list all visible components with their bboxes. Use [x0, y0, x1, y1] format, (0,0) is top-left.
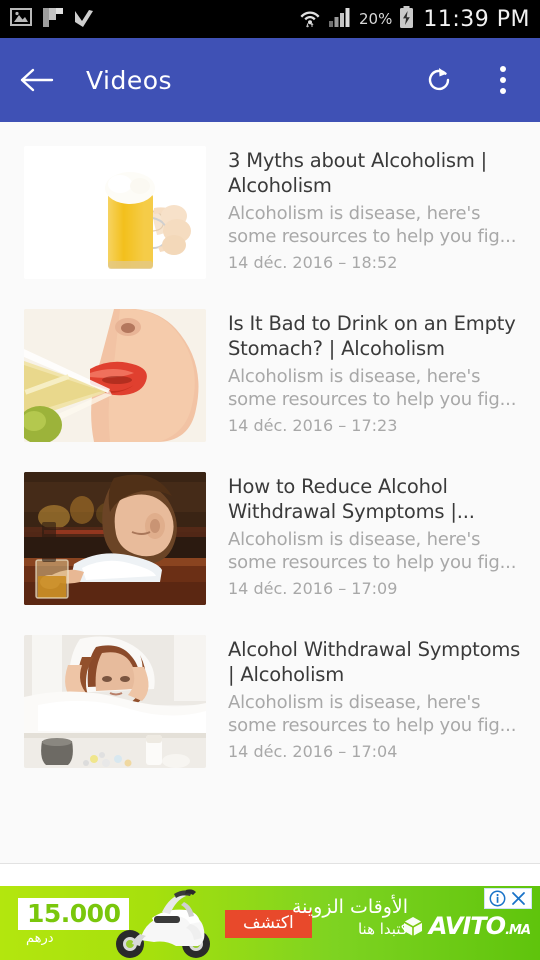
video-title: How to Reduce Alcohol Withdrawal Symptom… [228, 475, 475, 523]
list-item-text: 3 Myths about Alcoholism | Alcoholism Al… [206, 146, 522, 279]
image-icon [10, 8, 32, 30]
list-item[interactable]: Is It Bad to Drink on an Empty Stomach? … [0, 285, 540, 448]
adchoices-info-icon[interactable] [489, 890, 506, 907]
flipboard-icon [43, 7, 63, 31]
video-date: 14 déc. 2016 – 17:23 [228, 416, 398, 435]
video-date: 14 déc. 2016 – 18:52 [228, 253, 398, 272]
page-title: Videos [86, 65, 173, 95]
ad-close-icon[interactable] [510, 890, 527, 907]
woman-hungover-in-bed-thumbnail [24, 635, 206, 768]
status-bar-clock: 11:39 PM [423, 6, 530, 32]
app-bar-actions [420, 61, 522, 99]
video-list[interactable]: 3 Myths about Alcoholism | Alcoholism Al… [0, 122, 540, 864]
video-date: 14 déc. 2016 – 17:04 [228, 742, 398, 761]
ad-headline: الأوقات الزوينة [291, 896, 408, 918]
video-description: Alcoholism is disease, here's some resou… [228, 529, 517, 573]
avito-logo[interactable]: AVITO.MA [402, 912, 531, 940]
video-date: 14 déc. 2016 – 17:09 [228, 579, 398, 598]
back-arrow-icon[interactable] [18, 61, 56, 99]
ad-subline: كتبدا هنا [357, 920, 408, 938]
ad-currency-label: درهم [26, 931, 54, 946]
adchoices-controls[interactable] [484, 888, 532, 909]
video-title: Is It Bad to Drink on an Empty Stomach? … [228, 312, 516, 360]
app-bar: Videos [0, 38, 540, 122]
woman-drinking-martini-thumbnail [24, 309, 206, 442]
avito-brand-tld: .MA [505, 923, 531, 938]
list-item-text: Is It Bad to Drink on an Empty Stomach? … [206, 309, 522, 442]
overflow-menu-icon[interactable] [484, 61, 522, 99]
avito-brand-text: AVITO [428, 912, 506, 940]
status-bar-left-icons [10, 7, 94, 31]
list-item[interactable]: How to Reduce Alcohol Withdrawal Symptom… [0, 448, 540, 611]
list-item-text: Alcohol Withdrawal Symptoms | Alcoholism… [206, 635, 522, 768]
video-description: Alcoholism is disease, here's some resou… [228, 692, 517, 736]
man-asleep-at-bar-thumbnail [24, 472, 206, 605]
battery-charging-icon [399, 6, 414, 32]
list-item[interactable]: 3 Myths about Alcoholism | Alcoholism Al… [0, 122, 540, 285]
avito-box-icon [403, 917, 423, 936]
video-title: 3 Myths about Alcoholism | Alcoholism [228, 149, 488, 197]
avito-brand-name: AVITO.MA [428, 912, 531, 940]
battery-percent-label: 20% [359, 10, 393, 28]
list-item[interactable]: Alcohol Withdrawal Symptoms | Alcoholism… [0, 611, 540, 774]
ad-top-spacer [0, 864, 540, 886]
ad-copy: الأوقات الزوينة كتبدا هنا [292, 895, 408, 939]
wifi-icon [299, 6, 321, 32]
status-bar-right-icons: 20% 11:39 PM [299, 6, 530, 32]
scooter-image [116, 889, 210, 958]
cellular-signal-icon [328, 7, 352, 31]
app-screen: 20% 11:39 PM Videos 3 Myths about Alcoho… [0, 0, 540, 960]
video-title: Alcohol Withdrawal Symptoms | Alcoholism [228, 638, 521, 686]
status-bar: 20% 11:39 PM [0, 0, 540, 38]
list-item-text: How to Reduce Alcohol Withdrawal Symptom… [206, 472, 522, 605]
video-description: Alcoholism is disease, here's some resou… [228, 366, 517, 410]
checkmark-icon [74, 8, 94, 31]
video-description: Alcoholism is disease, here's some resou… [228, 203, 517, 247]
refresh-icon[interactable] [420, 61, 458, 99]
ad-banner[interactable]: 15.000 درهم اكتشف الأوقات الزوينة كتبدا … [0, 886, 540, 960]
beer-mug-in-hand-thumbnail [24, 146, 206, 279]
